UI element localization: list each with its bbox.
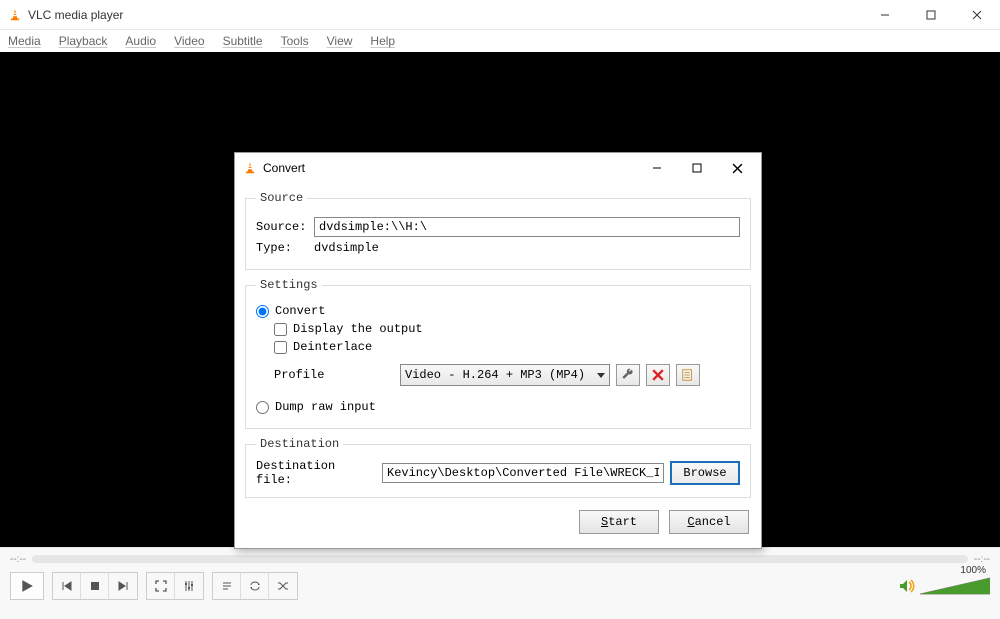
dialog-vlc-cone-icon xyxy=(243,161,257,175)
convert-radio[interactable] xyxy=(256,305,269,318)
delete-x-icon xyxy=(652,369,664,381)
minimize-button[interactable] xyxy=(862,0,908,30)
source-fieldset: Source Source: Type: dvdsimple xyxy=(245,191,751,270)
menu-view[interactable]: View xyxy=(327,34,353,48)
start-button-rest: tart xyxy=(608,515,637,529)
main-window-title: VLC media player xyxy=(28,8,123,22)
view-group xyxy=(146,572,204,600)
settings-fieldset: Settings Convert Display the output Dein… xyxy=(245,278,751,429)
play-button[interactable] xyxy=(10,572,44,600)
vlc-cone-icon xyxy=(8,8,22,22)
dump-raw-label: Dump raw input xyxy=(275,400,376,414)
skip-forward-icon xyxy=(117,580,129,592)
shuffle-icon xyxy=(277,580,289,592)
playlist-group xyxy=(212,572,298,600)
profile-label: Profile xyxy=(274,368,394,382)
wrench-icon xyxy=(621,368,635,382)
skip-back-icon xyxy=(61,580,73,592)
dialog-maximize-button[interactable] xyxy=(677,154,717,182)
browse-button[interactable]: Browse xyxy=(670,461,740,485)
destination-file-label: Destination file: xyxy=(256,459,376,487)
type-value: dvdsimple xyxy=(314,241,379,255)
profile-value: Video - H.264 + MP3 (MP4) xyxy=(405,368,585,382)
fullscreen-button[interactable] xyxy=(147,573,175,599)
source-input[interactable] xyxy=(314,217,740,237)
shuffle-button[interactable] xyxy=(269,573,297,599)
chevron-down-icon xyxy=(597,373,605,378)
deinterlace-label: Deinterlace xyxy=(293,340,372,354)
menu-help[interactable]: Help xyxy=(370,34,395,48)
volume-percent: 100% xyxy=(960,565,986,576)
new-profile-icon xyxy=(681,368,695,382)
main-titlebar: VLC media player xyxy=(0,0,1000,30)
dialog-close-button[interactable] xyxy=(717,154,757,182)
playback-group xyxy=(52,572,138,600)
display-output-checkbox[interactable] xyxy=(274,323,287,336)
dialog-titlebar: Convert xyxy=(235,153,761,183)
volume-area: 100% xyxy=(898,576,990,596)
maximize-button[interactable] xyxy=(908,0,954,30)
time-total-placeholder: --:-- xyxy=(974,554,990,565)
start-button[interactable]: Start xyxy=(579,510,659,534)
deinterlace-checkbox[interactable] xyxy=(274,341,287,354)
stop-button[interactable] xyxy=(81,573,109,599)
edit-profile-button[interactable] xyxy=(616,364,640,386)
next-button[interactable] xyxy=(109,573,137,599)
cancel-button[interactable]: Cancel xyxy=(669,510,749,534)
type-label: Type: xyxy=(256,241,306,255)
destination-file-input[interactable] xyxy=(382,463,664,483)
browse-button-label: Browse xyxy=(683,466,726,480)
extended-settings-button[interactable] xyxy=(175,573,203,599)
close-button[interactable] xyxy=(954,0,1000,30)
dialog-minimize-button[interactable] xyxy=(637,154,677,182)
player-controls-bar: --:-- --:-- xyxy=(0,547,1000,619)
delete-profile-button[interactable] xyxy=(646,364,670,386)
seek-bar[interactable]: --:-- --:-- xyxy=(10,554,990,564)
convert-dialog: Convert Source Source: xyxy=(234,152,762,549)
speaker-icon[interactable] xyxy=(898,578,916,594)
cancel-button-rest: ancel xyxy=(695,515,731,529)
source-legend: Source xyxy=(256,191,307,205)
seek-track[interactable] xyxy=(32,555,968,563)
display-output-label: Display the output xyxy=(293,322,423,336)
menu-playback[interactable]: Playback xyxy=(59,34,108,48)
window-controls xyxy=(862,0,1000,30)
previous-button[interactable] xyxy=(53,573,81,599)
menu-media[interactable]: Media xyxy=(8,34,41,48)
destination-legend: Destination xyxy=(256,437,343,451)
fullscreen-icon xyxy=(155,580,167,592)
settings-legend: Settings xyxy=(256,278,322,292)
video-area: Convert Source Source: xyxy=(0,52,1000,547)
playlist-button[interactable] xyxy=(213,573,241,599)
menu-subtitle[interactable]: Subtitle xyxy=(223,34,263,48)
profile-select[interactable]: Video - H.264 + MP3 (MP4) xyxy=(400,364,610,386)
volume-slider[interactable] xyxy=(920,576,990,596)
sliders-icon xyxy=(183,580,195,592)
menubar: Media Playback Audio Video Subtitle Tool… xyxy=(0,30,1000,52)
new-profile-button[interactable] xyxy=(676,364,700,386)
dump-raw-radio[interactable] xyxy=(256,401,269,414)
stop-icon xyxy=(90,581,100,591)
menu-video[interactable]: Video xyxy=(174,34,204,48)
convert-radio-label: Convert xyxy=(275,304,325,318)
loop-button[interactable] xyxy=(241,573,269,599)
destination-fieldset: Destination Destination file: Browse xyxy=(245,437,751,498)
playlist-icon xyxy=(221,580,233,592)
menu-audio[interactable]: Audio xyxy=(125,34,156,48)
loop-icon xyxy=(249,580,261,592)
source-label: Source: xyxy=(256,220,306,234)
menu-tools[interactable]: Tools xyxy=(281,34,309,48)
time-elapsed-placeholder: --:-- xyxy=(10,554,26,565)
play-icon xyxy=(20,579,34,593)
dialog-title: Convert xyxy=(263,161,305,175)
